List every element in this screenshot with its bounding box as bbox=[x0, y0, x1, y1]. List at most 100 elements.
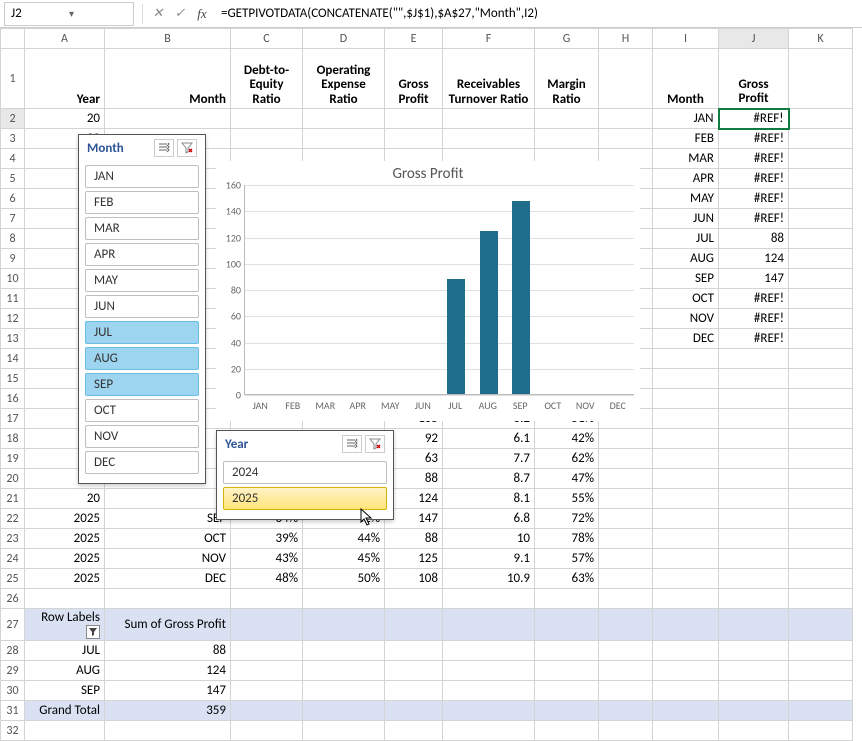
cell[interactable] bbox=[535, 129, 599, 149]
cell[interactable] bbox=[25, 589, 105, 609]
row-header[interactable]: 24 bbox=[1, 549, 25, 569]
cell[interactable]: 88 bbox=[719, 229, 789, 249]
cell-header[interactable]: Year bbox=[25, 49, 105, 109]
cell[interactable] bbox=[789, 209, 853, 229]
cell[interactable] bbox=[599, 449, 653, 469]
multiselect-icon[interactable] bbox=[342, 435, 362, 453]
cell[interactable] bbox=[789, 489, 853, 509]
cell[interactable]: 2025 bbox=[25, 509, 105, 529]
cell[interactable] bbox=[719, 589, 789, 609]
cell[interactable]: 44% bbox=[303, 529, 385, 549]
cell[interactable] bbox=[443, 641, 535, 661]
cell[interactable] bbox=[719, 469, 789, 489]
cell[interactable] bbox=[719, 369, 789, 389]
cell[interactable] bbox=[303, 641, 385, 661]
row-header[interactable]: 11 bbox=[1, 289, 25, 309]
row-header[interactable]: 13 bbox=[1, 329, 25, 349]
cell-header[interactable]: Month bbox=[105, 49, 231, 109]
cell[interactable] bbox=[789, 269, 853, 289]
cell[interactable] bbox=[719, 681, 789, 701]
cell[interactable] bbox=[231, 609, 303, 641]
cell[interactable]: NOV bbox=[653, 309, 719, 329]
row-header[interactable]: 15 bbox=[1, 369, 25, 389]
cell[interactable]: 42% bbox=[535, 429, 599, 449]
cell[interactable] bbox=[719, 529, 789, 549]
cell[interactable]: #REF! bbox=[719, 189, 789, 209]
cell[interactable] bbox=[385, 109, 443, 129]
cell[interactable] bbox=[789, 681, 853, 701]
pivot-value-header[interactable]: Sum of Gross Profit bbox=[105, 609, 231, 641]
cell[interactable] bbox=[653, 509, 719, 529]
slicer-item-mar[interactable]: MAR bbox=[85, 217, 199, 240]
cell[interactable]: 6.8 bbox=[443, 509, 535, 529]
cell[interactable] bbox=[653, 409, 719, 429]
pivot-row-label[interactable]: SEP bbox=[25, 681, 105, 701]
slicer-month[interactable]: Month JANFEBMARAPRMAYJUNJULAUGSEPOCTNOVD… bbox=[78, 134, 206, 484]
cell[interactable] bbox=[599, 109, 653, 129]
accept-formula-icon[interactable]: ✓ bbox=[169, 3, 191, 25]
cell[interactable] bbox=[303, 589, 385, 609]
cell[interactable] bbox=[535, 681, 599, 701]
slicer-year[interactable]: Year 20242025 bbox=[216, 430, 394, 520]
pivot-row-label[interactable]: AUG bbox=[25, 661, 105, 681]
cell[interactable] bbox=[653, 609, 719, 641]
cell[interactable] bbox=[599, 609, 653, 641]
pivot-grand-total-value[interactable]: 359 bbox=[105, 701, 231, 721]
cell[interactable] bbox=[653, 589, 719, 609]
cell[interactable] bbox=[303, 721, 385, 741]
cell[interactable]: 2025 bbox=[25, 529, 105, 549]
cell[interactable] bbox=[535, 589, 599, 609]
clear-filter-icon[interactable] bbox=[365, 435, 385, 453]
cell[interactable] bbox=[789, 149, 853, 169]
cell[interactable] bbox=[599, 429, 653, 449]
cell[interactable] bbox=[789, 661, 853, 681]
cell[interactable] bbox=[789, 129, 853, 149]
cell[interactable]: 20 bbox=[25, 489, 105, 509]
row-header[interactable]: 28 bbox=[1, 641, 25, 661]
cell[interactable]: 2025 bbox=[25, 569, 105, 589]
row-header[interactable]: 22 bbox=[1, 509, 25, 529]
cell[interactable]: 55% bbox=[535, 489, 599, 509]
cell[interactable] bbox=[719, 661, 789, 681]
cell[interactable] bbox=[789, 721, 853, 741]
col-header-A[interactable]: A bbox=[25, 29, 105, 49]
row-header[interactable]: 1 bbox=[1, 49, 25, 109]
cell[interactable]: #REF! bbox=[719, 289, 789, 309]
cell[interactable]: #REF! bbox=[719, 169, 789, 189]
row-header[interactable]: 4 bbox=[1, 149, 25, 169]
cell[interactable] bbox=[789, 569, 853, 589]
cell[interactable]: 45% bbox=[303, 549, 385, 569]
row-header[interactable]: 9 bbox=[1, 249, 25, 269]
cell[interactable] bbox=[385, 589, 443, 609]
cell[interactable]: 108 bbox=[385, 569, 443, 589]
cell[interactable]: FEB bbox=[653, 129, 719, 149]
cell[interactable]: 7.7 bbox=[443, 449, 535, 469]
cell[interactable] bbox=[385, 129, 443, 149]
col-header-I[interactable]: I bbox=[653, 29, 719, 49]
cell[interactable] bbox=[653, 681, 719, 701]
cell[interactable] bbox=[789, 609, 853, 641]
pivot-row-labels-header[interactable]: Row Labels bbox=[25, 609, 105, 641]
cell[interactable]: 50% bbox=[303, 569, 385, 589]
cell[interactable]: #REF! bbox=[719, 329, 789, 349]
cell[interactable] bbox=[719, 509, 789, 529]
slicer-item-sep[interactable]: SEP bbox=[85, 373, 199, 396]
cell[interactable] bbox=[719, 349, 789, 369]
cell-header[interactable] bbox=[789, 49, 853, 109]
cell[interactable] bbox=[303, 681, 385, 701]
row-header[interactable]: 2 bbox=[1, 109, 25, 129]
cell[interactable]: 20 bbox=[25, 109, 105, 129]
cell[interactable] bbox=[789, 589, 853, 609]
cell[interactable]: 2025 bbox=[25, 549, 105, 569]
col-header-D[interactable]: D bbox=[303, 29, 385, 49]
cell[interactable] bbox=[303, 701, 385, 721]
slicer-item-nov[interactable]: NOV bbox=[85, 425, 199, 448]
pivot-row-value[interactable]: 88 bbox=[105, 641, 231, 661]
cell[interactable]: DEC bbox=[653, 329, 719, 349]
cell[interactable] bbox=[653, 661, 719, 681]
cell[interactable] bbox=[789, 549, 853, 569]
cell[interactable]: JUN bbox=[653, 209, 719, 229]
col-header-H[interactable]: H bbox=[599, 29, 653, 49]
cell[interactable]: 63% bbox=[535, 569, 599, 589]
cell[interactable] bbox=[303, 129, 385, 149]
